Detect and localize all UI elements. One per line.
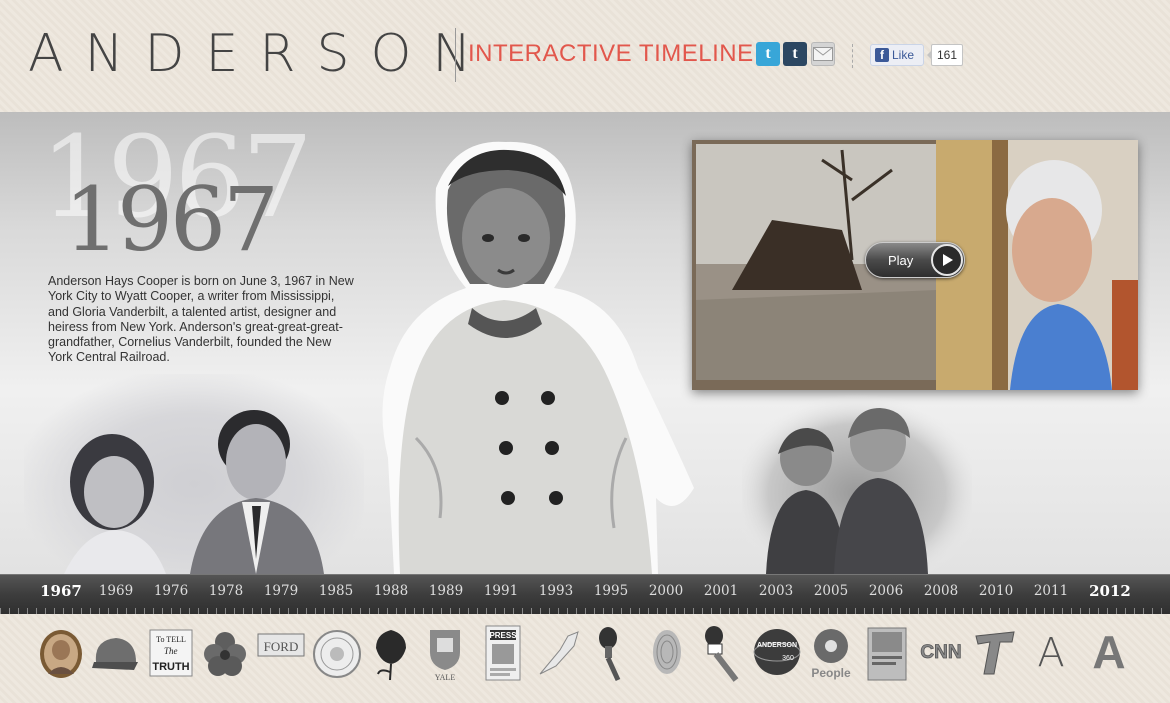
year-1985[interactable]: 1985 <box>308 583 364 599</box>
timeline-icons: To TELL The TRUTH FORD YALE PRESS ANDERS… <box>0 614 1170 703</box>
anderson-360-logo-icon[interactable]: ANDERSON 360 <box>752 622 802 682</box>
memoir-book-icon[interactable] <box>862 622 912 682</box>
baby-portrait-icon[interactable] <box>36 622 86 682</box>
feature-stage: 1967 1967 Anderson Hays Cooper is born o… <box>0 112 1170 574</box>
cap-icon[interactable] <box>90 622 140 682</box>
year-1988[interactable]: 1988 <box>363 583 419 599</box>
cnn-logo-icon[interactable]: CNN <box>916 622 966 682</box>
play-icon <box>931 244 963 276</box>
ac360-text: ANDERSON <box>757 642 797 649</box>
timeline-bar: 1967 1969 1976 1978 1979 1985 1988 1989 … <box>0 574 1170 614</box>
letter-a-thin: A <box>1037 630 1064 676</box>
people-magazine-icon[interactable]: People <box>806 622 856 682</box>
year-1993[interactable]: 1993 <box>528 583 584 599</box>
year-1979[interactable]: 1979 <box>253 583 309 599</box>
press-text: PRESS <box>489 631 517 640</box>
year-2006[interactable]: 2006 <box>858 583 914 599</box>
feature-description: Anderson Hays Cooper is born on June 3, … <box>48 274 354 365</box>
year-2011[interactable]: 2011 <box>1023 583 1079 599</box>
twitter-share-icon[interactable]: t <box>756 42 780 66</box>
year-2000[interactable]: 2000 <box>638 583 694 599</box>
brothers-photo <box>742 394 972 574</box>
feature-year: 1967 <box>64 168 279 271</box>
ford-logo-icon[interactable]: FORD <box>256 622 306 682</box>
africa-map-icon[interactable] <box>532 622 582 682</box>
year-1989[interactable]: 1989 <box>418 583 474 599</box>
email-share-icon[interactable] <box>811 42 835 66</box>
toddler-photo <box>376 138 702 574</box>
flower-icon[interactable] <box>200 622 250 682</box>
parents-photo <box>24 374 364 574</box>
cnn-text: CNN <box>920 642 961 663</box>
header: ANDERSON INTERACTIVE TIMELINE t t f Like… <box>0 0 1170 112</box>
year-1967[interactable]: 1967 <box>33 582 89 600</box>
book-line-1: To TELL <box>156 635 186 644</box>
school-seal-icon[interactable] <box>312 622 362 682</box>
news-microphone-icon[interactable] <box>696 622 746 682</box>
rose-icon[interactable] <box>366 622 416 682</box>
share-divider <box>852 44 853 68</box>
header-divider <box>455 28 456 82</box>
year-2005[interactable]: 2005 <box>803 583 859 599</box>
ac360-number: 360 <box>782 655 794 662</box>
site-logo[interactable]: ANDERSON <box>28 24 492 84</box>
yale-crest-icon[interactable]: YALE <box>420 622 470 682</box>
fingerprint-icon[interactable] <box>642 622 692 682</box>
facebook-like-label: Like <box>892 48 915 62</box>
facebook-icon: f <box>875 48 889 62</box>
year-2001[interactable]: 2001 <box>693 583 749 599</box>
video-player[interactable]: Play <box>692 140 1138 390</box>
yale-text: YALE <box>435 673 456 682</box>
letter-a-bold: A <box>1092 626 1125 678</box>
facebook-like-count: 161 <box>926 44 964 66</box>
facebook-like-button[interactable]: f Like <box>870 44 924 66</box>
ford-text: FORD <box>264 639 299 654</box>
year-1976[interactable]: 1976 <box>143 583 199 599</box>
book-line-3: TRUTH <box>152 661 189 673</box>
year-1991[interactable]: 1991 <box>473 583 529 599</box>
anderson-show-logo-icon[interactable]: A <box>1026 622 1076 682</box>
year-2012[interactable]: 2012 <box>1082 582 1138 600</box>
year-1969[interactable]: 1969 <box>88 583 144 599</box>
t-logo-icon[interactable] <box>970 622 1020 682</box>
tumblr-share-icon[interactable]: t <box>783 42 807 66</box>
press-pass-icon[interactable]: PRESS <box>478 622 528 682</box>
year-2010[interactable]: 2010 <box>968 583 1024 599</box>
people-text: People <box>811 666 851 680</box>
anderson-live-logo-icon[interactable]: A <box>1084 622 1134 682</box>
year-1995[interactable]: 1995 <box>583 583 639 599</box>
book-cover-icon[interactable]: To TELL The TRUTH <box>146 622 196 682</box>
microphone-icon[interactable] <box>588 622 638 682</box>
book-line-2: The <box>164 646 178 656</box>
page-subtitle: INTERACTIVE TIMELINE <box>468 40 754 67</box>
play-label: Play <box>888 252 914 268</box>
play-button[interactable]: Play <box>865 242 965 278</box>
year-1978[interactable]: 1978 <box>198 583 254 599</box>
year-2008[interactable]: 2008 <box>913 583 969 599</box>
year-2003[interactable]: 2003 <box>748 583 804 599</box>
